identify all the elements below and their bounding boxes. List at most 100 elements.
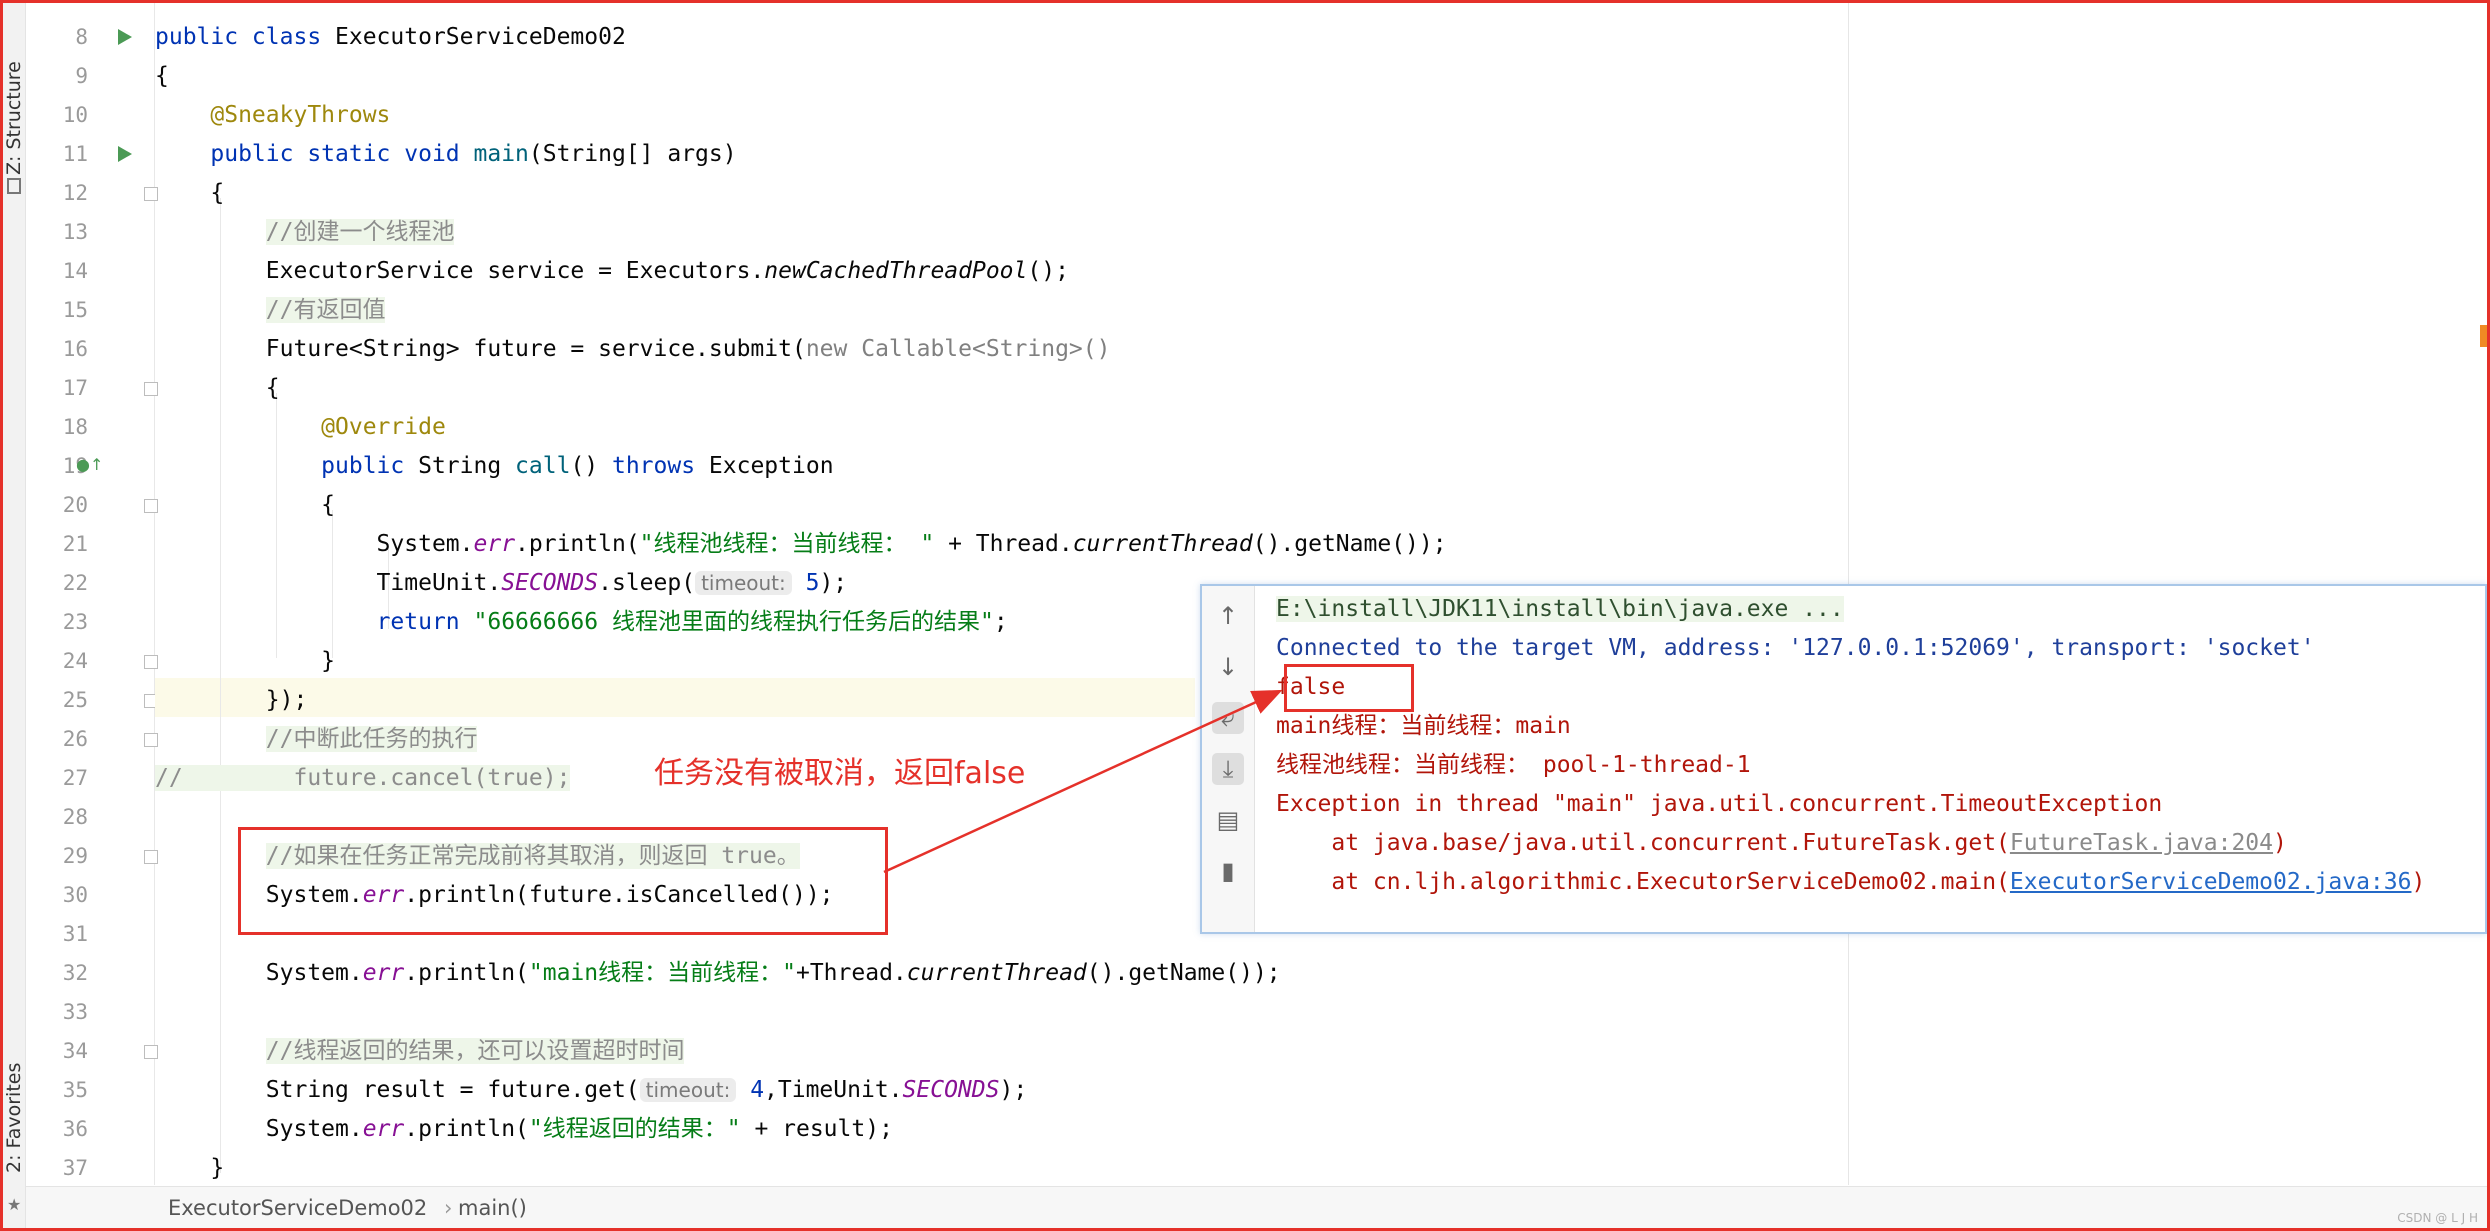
line-number: 35 — [62, 1078, 88, 1102]
favorites-tool-tab[interactable]: 2: Favorites — [3, 1053, 25, 1183]
line-number: 24 — [62, 649, 88, 673]
code-token: @SneakyThrows — [210, 102, 391, 128]
code-token: (String[] args) — [528, 141, 737, 167]
line-number: 14 — [62, 259, 88, 283]
stacktrace-link[interactable]: FutureTask.java:204 — [2010, 830, 2273, 856]
trash-icon[interactable]: ▮ — [1212, 855, 1244, 887]
code-token: //有返回值 — [265, 297, 386, 323]
code-token: "66666666 线程池里面的线程执行任务后的结果" — [473, 609, 994, 635]
run-gutter-icon[interactable] — [118, 146, 132, 162]
code-line[interactable]: System.err.println("线程池线程：当前线程： " + Thre… — [155, 525, 2487, 564]
structure-icon[interactable] — [7, 178, 21, 194]
line-number: 29 — [62, 844, 88, 868]
code-token: { — [155, 375, 280, 401]
code-line[interactable]: System.err.println("main线程：当前线程："+Thread… — [155, 954, 2487, 993]
scroll-to-end-icon[interactable]: ⤓ — [1212, 753, 1244, 785]
code-token: return — [376, 609, 474, 635]
parameter-hint: timeout: — [695, 571, 792, 595]
line-number: 33 — [62, 1000, 88, 1024]
line-number: 13 — [62, 220, 88, 244]
code-token: ().getName()); — [1086, 960, 1281, 986]
highlight-box-false-output — [1284, 664, 1414, 712]
code-token: ().getName()); — [1252, 531, 1447, 557]
code-token: //中断此任务的执行 — [265, 726, 478, 752]
code-line[interactable]: { — [155, 174, 2487, 213]
console-line: Exception in thread "main" java.util.con… — [1276, 785, 2162, 824]
code-line[interactable]: ExecutorService service = Executors.newC… — [155, 252, 2487, 291]
console-text: at cn.ljh.algorithmic.ExecutorServiceDem… — [1276, 869, 2010, 895]
run-gutter-icon[interactable] — [118, 29, 132, 45]
code-line[interactable]: public static void main(String[] args) — [155, 135, 2487, 174]
code-token: SECONDS — [902, 1077, 1000, 1103]
line-number: 32 — [62, 961, 88, 985]
code-token: new Callable<String>() — [805, 336, 1111, 362]
line-number: 9 — [75, 64, 88, 88]
down-arrow-icon[interactable]: ↓ — [1212, 651, 1244, 683]
code-token: String result = future.get( — [155, 1077, 640, 1103]
code-line[interactable]: { — [155, 57, 2487, 96]
breadcrumb-separator-icon: › — [444, 1196, 453, 1220]
line-number: 18 — [62, 415, 88, 439]
code-token: @Override — [321, 414, 446, 440]
breadcrumb: ExecutorServiceDemo02 › main() — [26, 1186, 2487, 1229]
code-line[interactable]: //线程返回的结果，还可以设置超时时间 — [155, 1032, 2487, 1071]
code-token: "main线程：当前线程：" — [528, 960, 796, 986]
code-line[interactable]: //有返回值 — [155, 291, 2487, 330]
line-number: 16 — [62, 337, 88, 361]
code-token: public class — [155, 24, 336, 50]
console-text: ) — [2273, 830, 2287, 856]
code-token: 4 — [736, 1077, 765, 1103]
console-text: 线程池线程：当前线程： pool-1-thread-1 — [1276, 752, 1751, 778]
code-line[interactable]: { — [155, 369, 2487, 408]
breadcrumb-method[interactable]: main() — [458, 1187, 527, 1229]
line-number: 10 — [62, 103, 88, 127]
error-stripe-marker[interactable] — [2480, 325, 2487, 347]
line-number: 11 — [62, 142, 88, 166]
code-token: .sleep( — [598, 570, 696, 596]
code-token: String — [418, 453, 516, 479]
code-line[interactable]: } — [155, 1149, 2487, 1188]
code-token: ExecutorService service = Executors. — [155, 258, 765, 284]
code-token: throws — [611, 453, 709, 479]
override-gutter-icon[interactable]: ●↑ — [76, 455, 103, 474]
code-line[interactable]: public String call() throws Exception — [155, 447, 2487, 486]
star-icon[interactable]: ★ — [7, 1195, 21, 1214]
console-text: at java.base/java.util.concurrent.Future… — [1276, 830, 2010, 856]
line-number: 23 — [62, 610, 88, 634]
code-line[interactable]: //创建一个线程池 — [155, 213, 2487, 252]
line-number: 17 — [62, 376, 88, 400]
code-token: "线程池线程：当前线程： " — [639, 531, 935, 557]
console-toolbar: ↑ ↓ ⤶ ⤓ ▤ ▮ — [1202, 586, 1255, 932]
code-line[interactable] — [155, 993, 2487, 1032]
code-line[interactable]: @Override — [155, 408, 2487, 447]
code-token: } — [155, 1155, 225, 1181]
code-token: err — [362, 960, 405, 986]
code-token: public — [321, 453, 419, 479]
line-number-gutter: 8 9 10 11 12 13 14 15 16 17 18 19 ●↑ 20 21 22 23 24 25 26 27… — [26, 3, 158, 1185]
code-token: "线程返回的结果：" — [528, 1116, 741, 1142]
line-number: 34 — [62, 1039, 88, 1063]
stacktrace-link[interactable]: ExecutorServiceDemo02.java:36 — [2010, 869, 2412, 895]
code-line[interactable]: System.err.println("线程返回的结果：" + result); — [155, 1110, 2487, 1149]
code-token: +Thread. — [795, 960, 907, 986]
code-line[interactable]: { — [155, 486, 2487, 525]
code-token: ExecutorServiceDemo02 — [335, 24, 626, 50]
code-token: + Thread. — [934, 531, 1073, 557]
print-icon[interactable]: ▤ — [1212, 804, 1244, 836]
up-arrow-icon[interactable]: ↑ — [1212, 600, 1244, 632]
code-token: public static void — [210, 141, 474, 167]
line-number: 21 — [62, 532, 88, 556]
code-token: .println( — [515, 531, 640, 557]
code-token: //创建一个线程池 — [265, 219, 455, 245]
console-text: Connected to the target VM, address: '12… — [1276, 635, 2315, 661]
breadcrumb-class[interactable]: ExecutorServiceDemo02 — [168, 1187, 427, 1229]
code-line[interactable]: Future<String> future = service.submit(n… — [155, 330, 2487, 369]
soft-wrap-icon[interactable]: ⤶ — [1212, 702, 1244, 734]
code-line[interactable]: public class ExecutorServiceDemo02 — [155, 18, 2487, 57]
code-line[interactable]: String result = future.get(timeout: 4,Ti… — [155, 1071, 2487, 1110]
code-line[interactable]: @SneakyThrows — [155, 96, 2487, 135]
structure-tool-tab[interactable]: Z: Structure — [3, 43, 25, 193]
